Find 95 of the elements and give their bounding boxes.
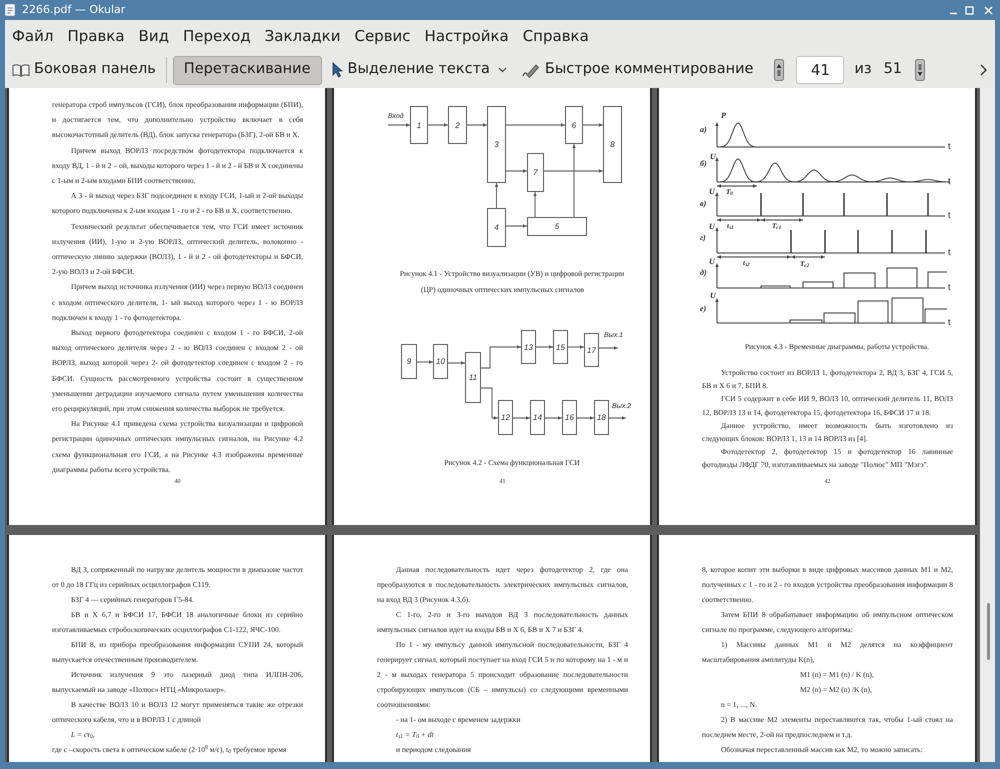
diagram-block: 10 [433, 344, 448, 379]
pulse-curve [720, 158, 756, 182]
diagram-block: 14 [530, 400, 545, 435]
axis-label: U [710, 291, 716, 300]
menu-item[interactable]: Настройка [424, 26, 509, 46]
y-axis [715, 298, 719, 324]
diagram-arrow [388, 123, 410, 127]
diagram-block: 8 [603, 106, 622, 183]
menu-item[interactable]: Переход [182, 26, 251, 46]
app-icon [4, 4, 16, 16]
diagram-block: 12 [498, 400, 513, 435]
diagram-arrow [582, 123, 604, 127]
time-label: t [948, 142, 951, 151]
y-axis [715, 192, 719, 216]
diagram-block: 7 [527, 153, 544, 192]
diagram-arrow [568, 345, 584, 349]
diagram-block: 15 [553, 330, 568, 364]
axis-label: U [709, 187, 715, 196]
row-label: б) [700, 159, 707, 168]
diagram-arrow [480, 388, 498, 420]
window-title: 2266.pdf — Okular [22, 2, 126, 18]
pulse-curve [720, 122, 756, 148]
y-axis [715, 227, 719, 254]
diagram-arrow [466, 123, 488, 127]
tool-button[interactable]: Выделение текста [326, 56, 512, 84]
diagram-block: 1 [410, 106, 428, 144]
page-of-label: из [854, 60, 872, 80]
sidebar-button[interactable]: Боковая панель [10, 56, 158, 84]
diagram-block: 17 [584, 333, 599, 367]
diagram-arrow [544, 416, 562, 420]
pen-icon [522, 62, 540, 78]
maximize-icon[interactable] [965, 6, 974, 14]
diagram-block: 11 [465, 352, 481, 403]
cursor-icon [332, 62, 342, 78]
diagram-arrow [448, 361, 466, 365]
diagram-arrow [428, 123, 448, 127]
book-icon [12, 63, 30, 77]
y-axis [715, 157, 719, 182]
diagram-block: 3 [487, 106, 506, 183]
diagram-block: 2 [448, 106, 467, 144]
diagram-arrow [506, 169, 528, 173]
time-label: t [948, 248, 951, 257]
axis-label: U [710, 152, 716, 161]
axis-label: U [709, 222, 715, 231]
diagram-block: 4 [487, 208, 506, 247]
diagram-arrow [533, 192, 537, 218]
diagram-block: 18 [594, 400, 609, 435]
time-label: t [948, 177, 951, 186]
y-axis [715, 122, 719, 148]
interval-arrow [716, 184, 758, 188]
sample-step [760, 286, 790, 288]
diagram-arrow [506, 224, 528, 228]
axis-label: P [721, 111, 726, 120]
sample-step [858, 300, 888, 324]
diagram-arrow [576, 416, 594, 420]
menu-item[interactable]: Вид [138, 26, 169, 46]
row-label: г) [700, 233, 706, 242]
row-label: е) [700, 304, 706, 313]
diagram-block: 6 [565, 106, 583, 144]
axis-label: U [709, 257, 715, 266]
menu-item[interactable]: Файл [12, 26, 54, 46]
diagram-block: 9 [401, 344, 417, 379]
diagram-block: 5 [527, 217, 587, 236]
time-label: t [948, 211, 951, 220]
page-count: 51 [884, 60, 902, 80]
menu-item[interactable]: Сервис [354, 26, 411, 46]
close-icon[interactable] [984, 6, 993, 14]
y-axis [715, 263, 719, 288]
diagram-arrow [598, 346, 618, 350]
diagram-arrow [506, 123, 566, 127]
row-label: в) [700, 199, 706, 208]
sample-step [802, 282, 834, 288]
menu-item[interactable]: Справка [522, 26, 589, 46]
diagram-arrow [536, 345, 554, 349]
time-label: t [948, 283, 951, 292]
diagram-arrow [608, 416, 626, 420]
page-field[interactable]: 41 [796, 56, 844, 84]
sample-step [886, 268, 918, 288]
tool-button[interactable]: Перетаскивание [172, 56, 322, 84]
sample-step [844, 272, 876, 288]
scrollbar-handle[interactable] [987, 603, 990, 660]
menu-item[interactable]: Закладки [264, 26, 340, 46]
diagram-arrow [416, 360, 434, 364]
chevron-right-icon[interactable] [980, 64, 987, 76]
menu-item[interactable]: Правка [67, 26, 125, 46]
diagram-arrow [494, 182, 498, 208]
diagram-block: 16 [562, 400, 577, 435]
row-label: а) [700, 125, 707, 134]
diagram-arrow [480, 345, 522, 368]
row-label: д) [700, 268, 707, 277]
diagram-arrow [512, 416, 530, 420]
tool-button[interactable]: Быстрое комментирование [516, 56, 758, 84]
diagram-block: 13 [521, 330, 536, 364]
sample-step [928, 272, 948, 288]
time-label: t [948, 318, 951, 327]
